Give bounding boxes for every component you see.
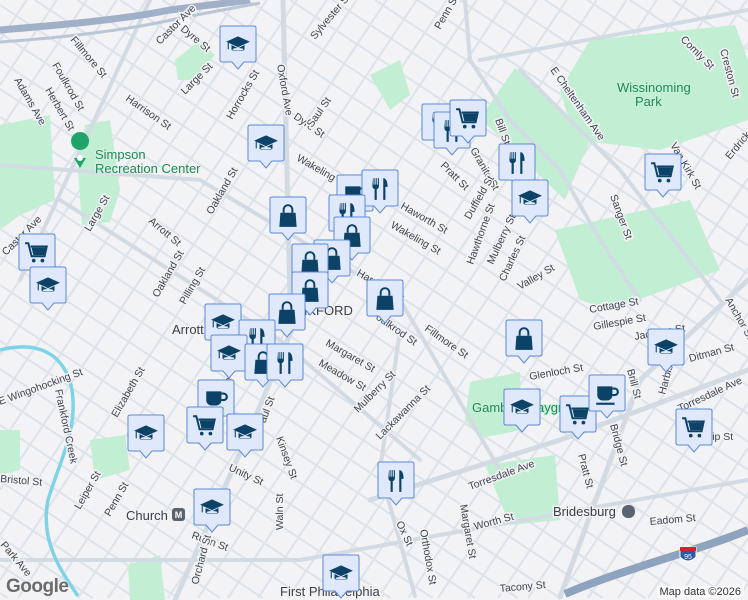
- place-label-line2: Park: [635, 94, 662, 109]
- train-icon: [622, 505, 635, 518]
- svg-text:M: M: [175, 510, 183, 520]
- street-label: Waln St: [274, 494, 286, 530]
- svg-text:95: 95: [684, 554, 692, 561]
- map-canvas[interactable]: 95 Dyre StCastor Ave Sylvester St Penn StO…: [0, 0, 748, 600]
- place-simpson-label[interactable]: Simpson Recreation Center: [95, 148, 207, 176]
- google-logo: Google: [6, 576, 69, 597]
- interstate-shield: 95: [679, 546, 697, 562]
- map-attribution[interactable]: Map data ©2026: [656, 586, 744, 598]
- place-arrott: Arrott: [172, 322, 204, 337]
- place-church[interactable]: Church M: [125, 507, 185, 525]
- place-label: Church: [126, 508, 168, 523]
- place-label-line1: Wissinoming: [617, 80, 691, 95]
- place-label: Bridesburg: [553, 504, 616, 519]
